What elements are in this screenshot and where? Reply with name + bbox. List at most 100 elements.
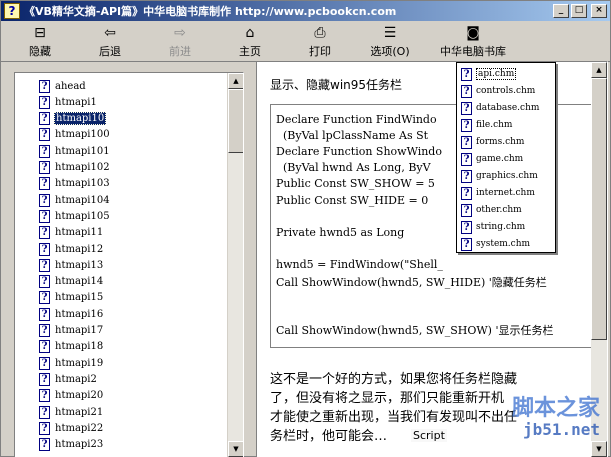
- options-label: 选项(O): [370, 45, 410, 58]
- tree-item-label: htmapi21: [55, 406, 104, 418]
- code-line: Private hwnd5 as Long: [276, 225, 405, 239]
- forward-label: 前进: [169, 45, 191, 58]
- tree-item[interactable]: ? htmapi100: [39, 127, 111, 143]
- dropdown-item[interactable]: ? other.chm: [461, 202, 522, 218]
- tree-item-label: htmapi18: [55, 341, 104, 353]
- help-topic-icon: ?: [39, 389, 50, 403]
- dropdown-item-label: string.chm: [476, 222, 526, 232]
- help-topic-icon: ?: [39, 144, 50, 158]
- tree-item[interactable]: ? htmapi16: [39, 306, 104, 322]
- help-topic-icon: ?: [39, 226, 50, 240]
- help-topic-icon: ?: [39, 209, 50, 223]
- tree-item[interactable]: ? htmapi15: [39, 290, 104, 306]
- dropdown-item-label: game.chm: [476, 154, 524, 164]
- tree-scrollbar[interactable]: ▲ ▼: [227, 73, 243, 457]
- window-title: 《VB精华文摘-API篇》中华电脑书库制作 http://www.pcbookc…: [24, 5, 397, 18]
- tree-item-label: htmapi2: [55, 373, 97, 385]
- tree-item[interactable]: ? htmapi14: [39, 274, 104, 290]
- print-button[interactable]: ⎙ 打印: [285, 22, 355, 60]
- scroll-up-arrow-icon[interactable]: ▲: [228, 73, 243, 89]
- home-icon: ⌂: [245, 25, 255, 41]
- help-topic-icon: ?: [39, 356, 50, 370]
- tree-item[interactable]: ? htmapi103: [39, 176, 111, 192]
- forward-button[interactable]: ⇨ 前进: [145, 22, 215, 60]
- dropdown-item[interactable]: ? graphics.chm: [461, 168, 538, 184]
- print-label: 打印: [309, 45, 331, 58]
- dropdown-item[interactable]: ? string.chm: [461, 219, 525, 235]
- tree-item[interactable]: ? htmapi18: [39, 339, 104, 355]
- dropdown-item[interactable]: ? forms.chm: [461, 134, 524, 150]
- tree-item[interactable]: ? htmapi21: [39, 404, 104, 420]
- dropdown-item[interactable]: ? internet.chm: [461, 185, 535, 201]
- tree-item-label: htmapi103: [55, 178, 110, 190]
- tree-item[interactable]: ? htmapi12: [39, 241, 104, 257]
- help-topic-icon: ?: [39, 95, 50, 109]
- dropdown-item-label: api.chm: [476, 68, 517, 80]
- tree-item[interactable]: ? htmapi23: [39, 437, 104, 453]
- hide-button[interactable]: ⊟ 隐藏: [5, 22, 75, 60]
- tree-item[interactable]: ? htmapi11: [39, 225, 104, 241]
- maximize-button[interactable]: □: [571, 4, 587, 18]
- options-button[interactable]: ☰ 选项(O): [355, 22, 425, 60]
- back-label: 后退: [99, 45, 121, 58]
- toolbar: ⊟ 隐藏 ⇦ 后退 ⇨ 前进 ⌂ 主页 ⎙ 打印 ☰ 选项(O) ◙ 中华电脑书…: [1, 22, 610, 62]
- pcbook-button[interactable]: ◙ 中华电脑书库: [425, 22, 521, 60]
- book-icon: ◙: [466, 25, 480, 41]
- dropdown-item-label: forms.chm: [476, 137, 525, 147]
- tree-item[interactable]: ? htmapi10: [39, 111, 107, 127]
- content-scroll-up-arrow-icon[interactable]: ▲: [591, 62, 607, 78]
- tree-item[interactable]: ? htmapi13: [39, 257, 104, 273]
- paragraph-line: 了，但没有将之显示，那们只能重新开机: [270, 391, 505, 406]
- tree-item[interactable]: ? ahead: [39, 78, 87, 94]
- tree-item[interactable]: ? htmapi19: [39, 355, 104, 371]
- tree-item-label: htmapi12: [55, 243, 104, 255]
- content-scroll-down-arrow-icon[interactable]: ▼: [591, 441, 607, 457]
- help-topic-icon: ?: [39, 405, 50, 419]
- code-line: Declare Function ShowWindo: [276, 145, 442, 159]
- content-scrollbar[interactable]: ▲ ▼: [591, 62, 607, 457]
- tree-item[interactable]: ? htmapi20: [39, 388, 104, 404]
- dropdown-item[interactable]: ? system.chm: [461, 236, 530, 252]
- close-button[interactable]: ×: [591, 4, 607, 18]
- tree-item[interactable]: ? htmapi105: [39, 208, 111, 224]
- paragraph-line: 这不是一个好的方式，如果您将任务栏隐藏: [270, 372, 518, 387]
- topic-heading: 显示、隐藏win95任务栏: [270, 78, 403, 92]
- tree-item[interactable]: ? htmapi101: [39, 143, 111, 159]
- help-topic-icon: ?: [39, 275, 50, 289]
- chm-file-dropdown[interactable]: ? api.chm? controls.chm? database.chm? file.…: [456, 62, 556, 253]
- tree-item[interactable]: ? htmapi2: [39, 371, 98, 387]
- dropdown-item[interactable]: ? game.chm: [461, 151, 523, 167]
- help-topic-icon: ?: [39, 79, 50, 93]
- tree-item-label: htmapi105: [55, 210, 110, 222]
- dropdown-item-label: system.chm: [476, 239, 531, 249]
- dropdown-item[interactable]: ? api.chm: [461, 66, 517, 82]
- paragraph-line: 才能使之重新出现，当我们有发现叫不出任: [270, 410, 518, 425]
- back-arrow-icon: ⇦: [104, 25, 116, 41]
- help-topic-icon: ?: [39, 438, 50, 452]
- content-scroll-thumb[interactable]: [591, 78, 607, 340]
- help-topic-icon: ?: [39, 193, 50, 207]
- help-topic-icon: ?: [39, 307, 50, 321]
- help-topic-icon: ?: [39, 128, 50, 142]
- code-line: (ByVal hwnd As Long, ByV: [276, 161, 431, 175]
- code-line: (ByVal lpClassName As St: [276, 129, 429, 143]
- tree-item[interactable]: ? htmapi102: [39, 160, 111, 176]
- title-bar[interactable]: ? 《VB精华文摘-API篇》中华电脑书库制作 http://www.pcboo…: [1, 1, 610, 21]
- code-line: Public Const SW_SHOW = 5: [276, 177, 435, 191]
- back-button[interactable]: ⇦ 后退: [75, 22, 145, 60]
- tree-item[interactable]: ? htmapi22: [39, 420, 104, 436]
- tree-item[interactable]: ? htmapi1: [39, 94, 98, 110]
- dropdown-item-label: controls.chm: [476, 86, 536, 96]
- minimize-button[interactable]: _: [553, 4, 569, 18]
- chm-file-icon: ?: [461, 186, 472, 200]
- tree-scroll-thumb[interactable]: [228, 89, 243, 153]
- scroll-down-arrow-icon[interactable]: ▼: [228, 441, 243, 457]
- chm-file-icon: ?: [461, 169, 472, 183]
- dropdown-item[interactable]: ? controls.chm: [461, 83, 535, 99]
- home-button[interactable]: ⌂ 主页: [215, 22, 285, 60]
- tree-item[interactable]: ? htmapi104: [39, 192, 111, 208]
- help-topic-icon: ?: [39, 258, 50, 272]
- dropdown-item[interactable]: ? file.chm: [461, 117, 512, 133]
- dropdown-item[interactable]: ? database.chm: [461, 100, 539, 116]
- tree-item[interactable]: ? htmapi17: [39, 323, 104, 339]
